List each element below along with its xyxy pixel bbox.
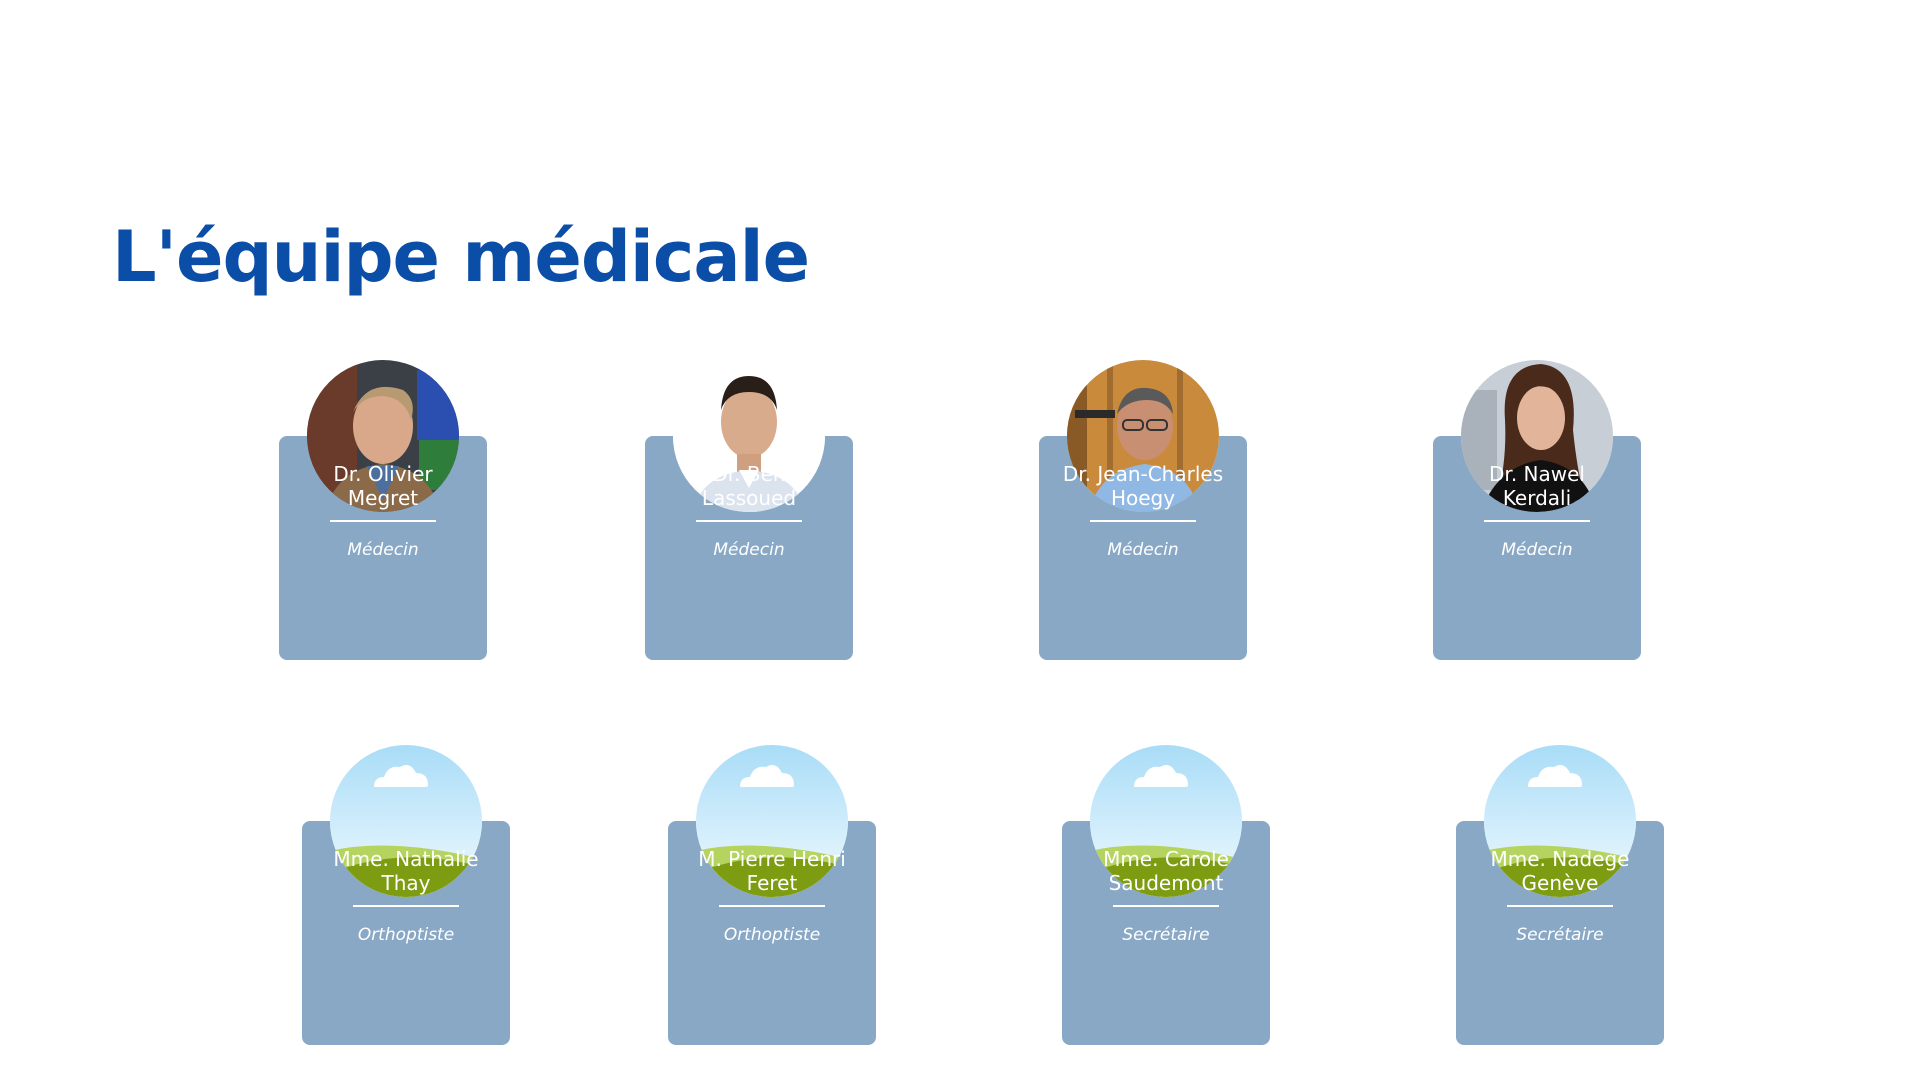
member-role: Secrétaire (1122, 925, 1210, 945)
member-name-line2: Thay (381, 871, 431, 895)
team-member-card: Dr. Ben Lassoued Médecin (645, 360, 853, 660)
member-name-line2: Kerdali (1502, 486, 1572, 510)
member-name: Dr. Nawel Kerdali (1437, 462, 1637, 510)
member-name: Dr. Olivier Megret (283, 462, 483, 510)
member-name: M. Pierre Henri Feret (672, 847, 872, 895)
member-name-line1: Mme. Nathalie (333, 847, 479, 871)
team-member-card: Dr. Nawel Kerdali Médecin (1433, 360, 1641, 660)
team-member-card: Mme. Nadege Genève Secrétaire (1456, 745, 1664, 1045)
member-name-line2: Saudemont (1108, 871, 1224, 895)
member-role: Orthoptiste (357, 925, 455, 945)
member-name-line1: Dr. Nawel (1489, 462, 1585, 486)
team-member-card: Mme. Nathalie Thay Orthoptiste (302, 745, 510, 1045)
member-role: Médecin (1107, 540, 1179, 560)
divider (353, 905, 459, 907)
member-name-line2: Hoegy (1110, 486, 1176, 510)
member-name-line2: Feret (746, 871, 798, 895)
team-member-card: Dr. Jean-Charles Hoegy Médecin (1039, 360, 1247, 660)
divider (696, 520, 802, 522)
divider (719, 905, 825, 907)
member-name-line2: Megret (347, 486, 419, 510)
member-name-line1: Dr. Jean-Charles (1062, 462, 1224, 486)
member-name-line2: Genève (1521, 871, 1599, 895)
divider (1090, 520, 1196, 522)
team-member-card: Dr. Olivier Megret Médecin (279, 360, 487, 660)
member-name: Mme. Nadege Genève (1460, 847, 1660, 895)
member-role: Médecin (1501, 540, 1573, 560)
divider (330, 520, 436, 522)
member-name-line1: Mme. Carole (1103, 847, 1229, 871)
team-member-card: M. Pierre Henri Feret Orthoptiste (668, 745, 876, 1045)
member-name-line1: M. Pierre Henri (698, 847, 846, 871)
page-title: L'équipe médicale (112, 216, 810, 298)
member-name-line1: Dr. Olivier (333, 462, 433, 486)
member-role: Médecin (713, 540, 785, 560)
page: L'équipe médicale Dr. Olivier Megret Méd… (0, 0, 1920, 1080)
member-role: Orthoptiste (723, 925, 821, 945)
member-name: Dr. Jean-Charles Hoegy (1043, 462, 1243, 510)
divider (1113, 905, 1219, 907)
team-member-card: Mme. Carole Saudemont Secrétaire (1062, 745, 1270, 1045)
member-role: Médecin (347, 540, 419, 560)
member-name-line2: Lassoued (701, 486, 797, 510)
member-name: Dr. Ben Lassoued (649, 462, 849, 510)
member-name: Mme. Nathalie Thay (306, 847, 506, 895)
divider (1484, 520, 1590, 522)
member-name-line1: Mme. Nadege (1490, 847, 1630, 871)
divider (1507, 905, 1613, 907)
member-role: Secrétaire (1516, 925, 1604, 945)
member-name: Mme. Carole Saudemont (1066, 847, 1266, 895)
member-name-line1: Dr. Ben (712, 462, 786, 486)
